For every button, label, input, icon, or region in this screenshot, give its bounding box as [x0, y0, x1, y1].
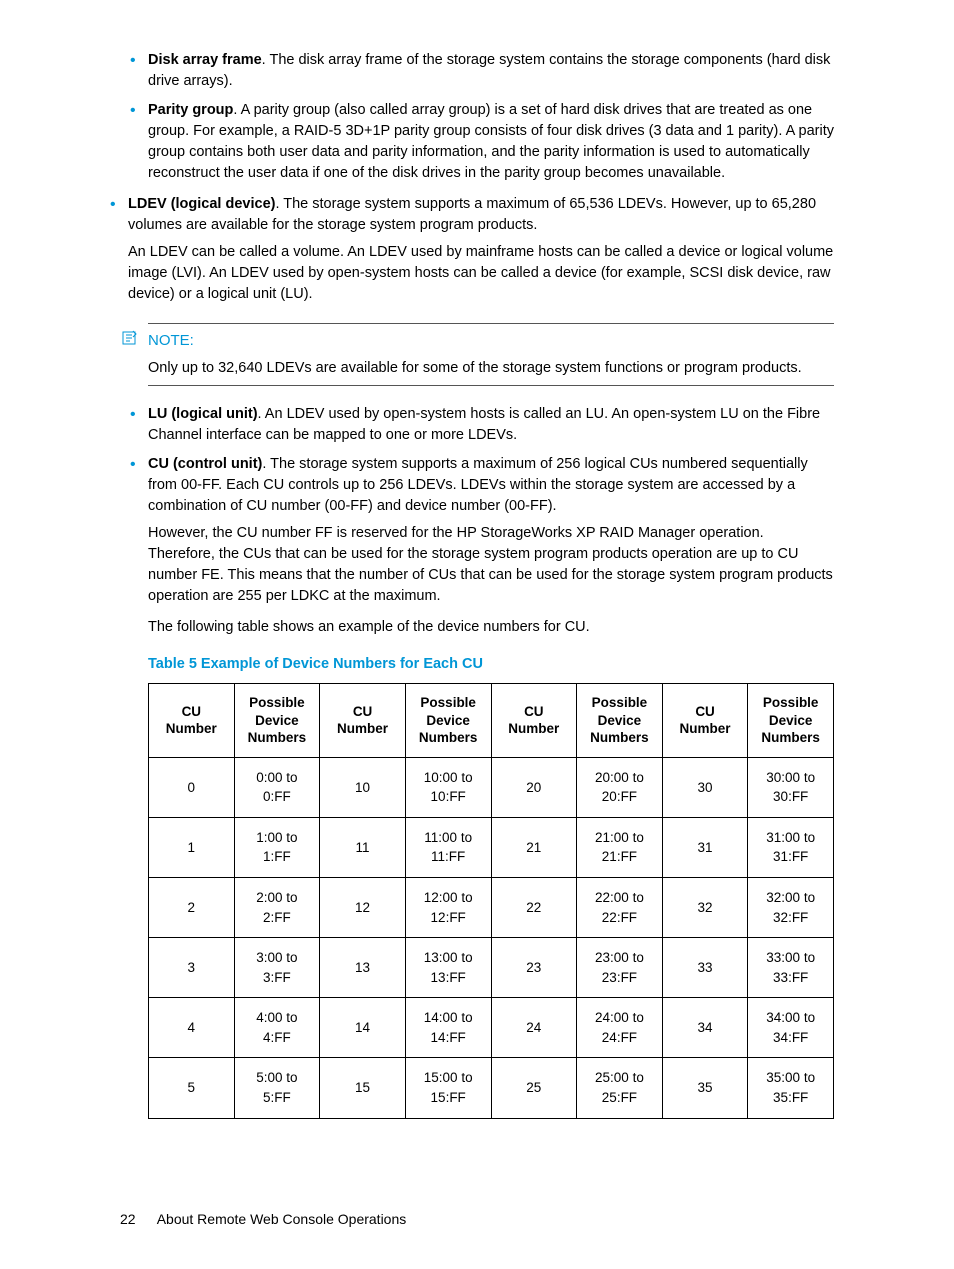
section-title: About Remote Web Console Operations: [157, 1211, 407, 1227]
table-cell: 30:00 to 30:FF: [748, 757, 834, 817]
table-cell: 31: [662, 817, 748, 877]
col-dev: Possible Device Numbers: [405, 684, 491, 758]
table-cell: 1:00 to 1:FF: [234, 817, 320, 877]
table-cell: 25: [491, 1058, 577, 1118]
table-cell: 34:00 to 34:FF: [748, 998, 834, 1058]
table-cell: 5: [149, 1058, 235, 1118]
term: Parity group: [148, 102, 233, 118]
table-cell: 15: [320, 1058, 406, 1118]
table-cell: 23: [491, 938, 577, 998]
table-cell: 24: [491, 998, 577, 1058]
bullet-lu: LU (logical unit). An LDEV used by open-…: [120, 404, 834, 446]
table-cell: 14: [320, 998, 406, 1058]
table-cell: 21: [491, 817, 577, 877]
bullet-disk-array-frame: Disk array frame. The disk array frame o…: [120, 50, 834, 92]
note-body: Only up to 32,640 LDEVs are available fo…: [148, 358, 834, 379]
table-cell: 33: [662, 938, 748, 998]
term: LU (logical unit): [148, 406, 258, 422]
table-cell: 3: [149, 938, 235, 998]
table-cell: 34: [662, 998, 748, 1058]
ldev-continuation: An LDEV can be called a volume. An LDEV …: [128, 242, 834, 305]
table-cell: 14:00 to 14:FF: [405, 998, 491, 1058]
table-cell: 0: [149, 757, 235, 817]
table-cell: 33:00 to 33:FF: [748, 938, 834, 998]
table-row: 00:00 to 0:FF1010:00 to 10:FF2020:00 to …: [149, 757, 834, 817]
col-dev: Possible Device Numbers: [234, 684, 320, 758]
table-row: 55:00 to 5:FF1515:00 to 15:FF2525:00 to …: [149, 1058, 834, 1118]
cu-continuation-1: However, the CU number FF is reserved fo…: [148, 523, 834, 607]
note-icon: [122, 330, 138, 353]
table-cell: 32:00 to 32:FF: [748, 878, 834, 938]
cu-continuation-2: The following table shows an example of …: [148, 617, 834, 638]
note-block: NOTE: Only up to 32,640 LDEVs are availa…: [120, 323, 834, 386]
table-cell: 10: [320, 757, 406, 817]
table-cell: 2: [149, 878, 235, 938]
table-cell: 30: [662, 757, 748, 817]
table-cell: 20:00 to 20:FF: [577, 757, 663, 817]
table-row: 44:00 to 4:FF1414:00 to 14:FF2424:00 to …: [149, 998, 834, 1058]
table-cell: 4: [149, 998, 235, 1058]
table-cell: 31:00 to 31:FF: [748, 817, 834, 877]
table-cell: 12:00 to 12:FF: [405, 878, 491, 938]
table-cell: 11:00 to 11:FF: [405, 817, 491, 877]
table-cell: 22:00 to 22:FF: [577, 878, 663, 938]
table-cell: 4:00 to 4:FF: [234, 998, 320, 1058]
col-dev: Possible Device Numbers: [748, 684, 834, 758]
table-cell: 25:00 to 25:FF: [577, 1058, 663, 1118]
term: Disk array frame: [148, 52, 262, 68]
table-cell: 24:00 to 24:FF: [577, 998, 663, 1058]
page-footer: 22 About Remote Web Console Operations: [120, 1209, 834, 1229]
table-cell: 22: [491, 878, 577, 938]
table-title: Table 5 Example of Device Numbers for Ea…: [148, 654, 834, 675]
table-cell: 5:00 to 5:FF: [234, 1058, 320, 1118]
table-body: 00:00 to 0:FF1010:00 to 10:FF2020:00 to …: [149, 757, 834, 1118]
table-cell: 21:00 to 21:FF: [577, 817, 663, 877]
table-cell: 35: [662, 1058, 748, 1118]
table-cell: 3:00 to 3:FF: [234, 938, 320, 998]
term-text: . A parity group (also called array grou…: [148, 102, 834, 181]
note-title: NOTE:: [148, 330, 834, 352]
col-cu: CU Number: [662, 684, 748, 758]
table-cell: 23:00 to 23:FF: [577, 938, 663, 998]
note-title-text: NOTE:: [148, 332, 194, 349]
table-cell: 11: [320, 817, 406, 877]
table-cell: 1: [149, 817, 235, 877]
col-cu: CU Number: [320, 684, 406, 758]
device-numbers-table: CU Number Possible Device Numbers CU Num…: [148, 683, 834, 1118]
term: CU (control unit): [148, 456, 262, 472]
table-row: 33:00 to 3:FF1313:00 to 13:FF2323:00 to …: [149, 938, 834, 998]
bullet-list-1: Disk array frame. The disk array frame o…: [120, 50, 834, 184]
col-cu: CU Number: [149, 684, 235, 758]
col-cu: CU Number: [491, 684, 577, 758]
term: LDEV (logical device): [128, 196, 275, 212]
bullet-list-2: LU (logical unit). An LDEV used by open-…: [120, 404, 834, 638]
table-cell: 32: [662, 878, 748, 938]
bullet-list-ldev: LDEV (logical device). The storage syste…: [100, 194, 834, 305]
table-cell: 20: [491, 757, 577, 817]
bullet-cu: CU (control unit). The storage system su…: [120, 454, 834, 638]
table-row: 22:00 to 2:FF1212:00 to 12:FF2222:00 to …: [149, 878, 834, 938]
table-cell: 15:00 to 15:FF: [405, 1058, 491, 1118]
table-row: 11:00 to 1:FF1111:00 to 11:FF2121:00 to …: [149, 817, 834, 877]
table-cell: 35:00 to 35:FF: [748, 1058, 834, 1118]
bullet-parity-group: Parity group. A parity group (also calle…: [120, 100, 834, 184]
table-cell: 10:00 to 10:FF: [405, 757, 491, 817]
table-header-row: CU Number Possible Device Numbers CU Num…: [149, 684, 834, 758]
table-cell: 13: [320, 938, 406, 998]
bullet-ldev: LDEV (logical device). The storage syste…: [100, 194, 834, 305]
col-dev: Possible Device Numbers: [577, 684, 663, 758]
table-cell: 12: [320, 878, 406, 938]
table-cell: 0:00 to 0:FF: [234, 757, 320, 817]
table-cell: 2:00 to 2:FF: [234, 878, 320, 938]
page-number: 22: [120, 1211, 136, 1227]
table-cell: 13:00 to 13:FF: [405, 938, 491, 998]
